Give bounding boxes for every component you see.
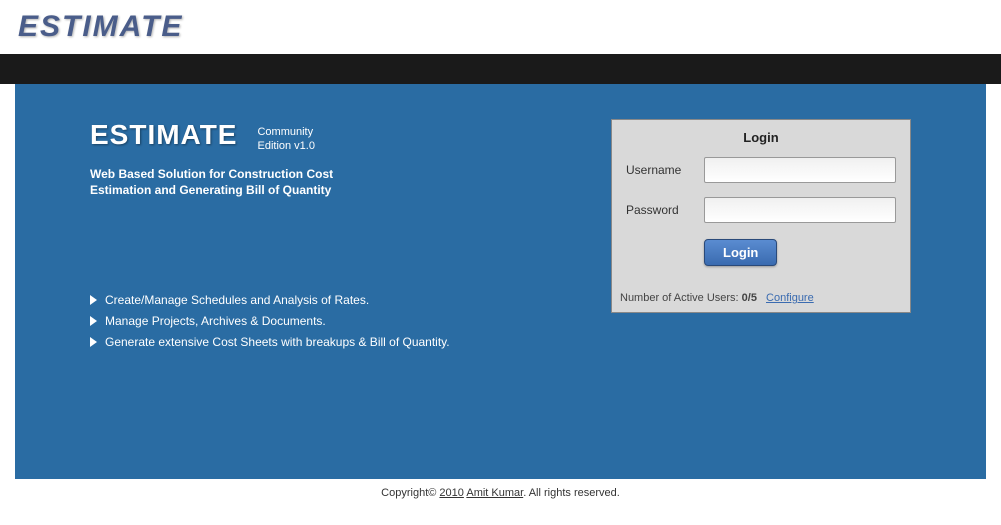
feature-text: Manage Projects, Archives & Documents. — [105, 314, 326, 328]
feature-text: Create/Manage Schedules and Analysis of … — [105, 293, 369, 307]
feature-item: Create/Manage Schedules and Analysis of … — [90, 293, 611, 307]
username-row: Username — [626, 157, 896, 183]
chevron-right-icon — [90, 295, 97, 305]
active-users-value: 0/5 — [742, 292, 757, 304]
footer: Copyright© 2010 Amit Kumar. All rights r… — [0, 479, 1001, 507]
tagline-line2: Estimation and Generating Bill of Quanti… — [90, 182, 611, 198]
tagline: Web Based Solution for Construction Cost… — [90, 166, 611, 198]
copyright-suffix: . All rights reserved. — [523, 487, 620, 499]
chevron-right-icon — [90, 316, 97, 326]
author-link[interactable]: Amit Kumar — [466, 487, 523, 499]
feature-text: Generate extensive Cost Sheets with brea… — [105, 335, 450, 349]
hero-section: ESTIMATE Community Edition v1.0 Web Base… — [90, 119, 611, 459]
login-button[interactable]: Login — [704, 239, 777, 266]
password-input[interactable] — [704, 197, 896, 223]
status-row: Number of Active Users: 0/5 Configure — [612, 286, 910, 312]
active-users-label: Number of Active Users: — [620, 292, 742, 304]
main-wrap: ESTIMATE Community Edition v1.0 Web Base… — [0, 84, 1001, 479]
login-title: Login — [612, 120, 910, 157]
edition-label: Community Edition v1.0 — [257, 125, 314, 154]
login-form: Username Password Login — [612, 157, 910, 286]
copyright-year: 2010 — [439, 487, 463, 499]
username-input[interactable] — [704, 157, 896, 183]
tagline-line1: Web Based Solution for Construction Cost — [90, 166, 611, 182]
password-label: Password — [626, 203, 704, 217]
edition-line1: Community — [257, 125, 314, 139]
navbar — [0, 54, 1001, 84]
main: ESTIMATE Community Edition v1.0 Web Base… — [15, 84, 986, 479]
copyright-text: Copyright© — [381, 487, 439, 499]
feature-item: Generate extensive Cost Sheets with brea… — [90, 335, 611, 349]
app-logo: ESTIMATE — [18, 10, 183, 44]
login-column: Login Username Password Login Number of … — [611, 119, 911, 459]
username-label: Username — [626, 163, 704, 177]
brand-title: ESTIMATE — [90, 119, 237, 151]
login-panel: Login Username Password Login Number of … — [611, 119, 911, 313]
configure-link[interactable]: Configure — [766, 292, 814, 304]
edition-line2: Edition v1.0 — [257, 139, 314, 153]
password-row: Password — [626, 197, 896, 223]
brand-row: ESTIMATE Community Edition v1.0 — [90, 119, 611, 154]
features-list: Create/Manage Schedules and Analysis of … — [90, 293, 611, 349]
header: ESTIMATE — [0, 0, 1001, 54]
button-row: Login — [626, 239, 896, 266]
feature-item: Manage Projects, Archives & Documents. — [90, 314, 611, 328]
chevron-right-icon — [90, 337, 97, 347]
